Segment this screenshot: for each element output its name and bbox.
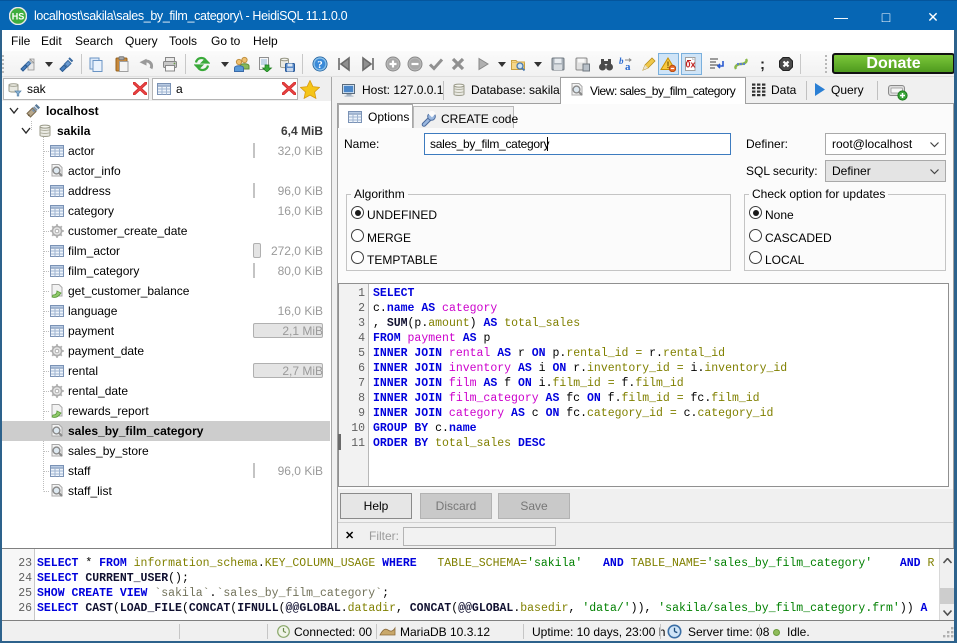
svg-text:;: ; — [760, 56, 765, 72]
svg-text:a: a — [625, 61, 631, 72]
svg-text:b: b — [619, 56, 624, 66]
svg-text:HS: HS — [12, 12, 25, 22]
svg-text:?: ? — [317, 59, 323, 71]
